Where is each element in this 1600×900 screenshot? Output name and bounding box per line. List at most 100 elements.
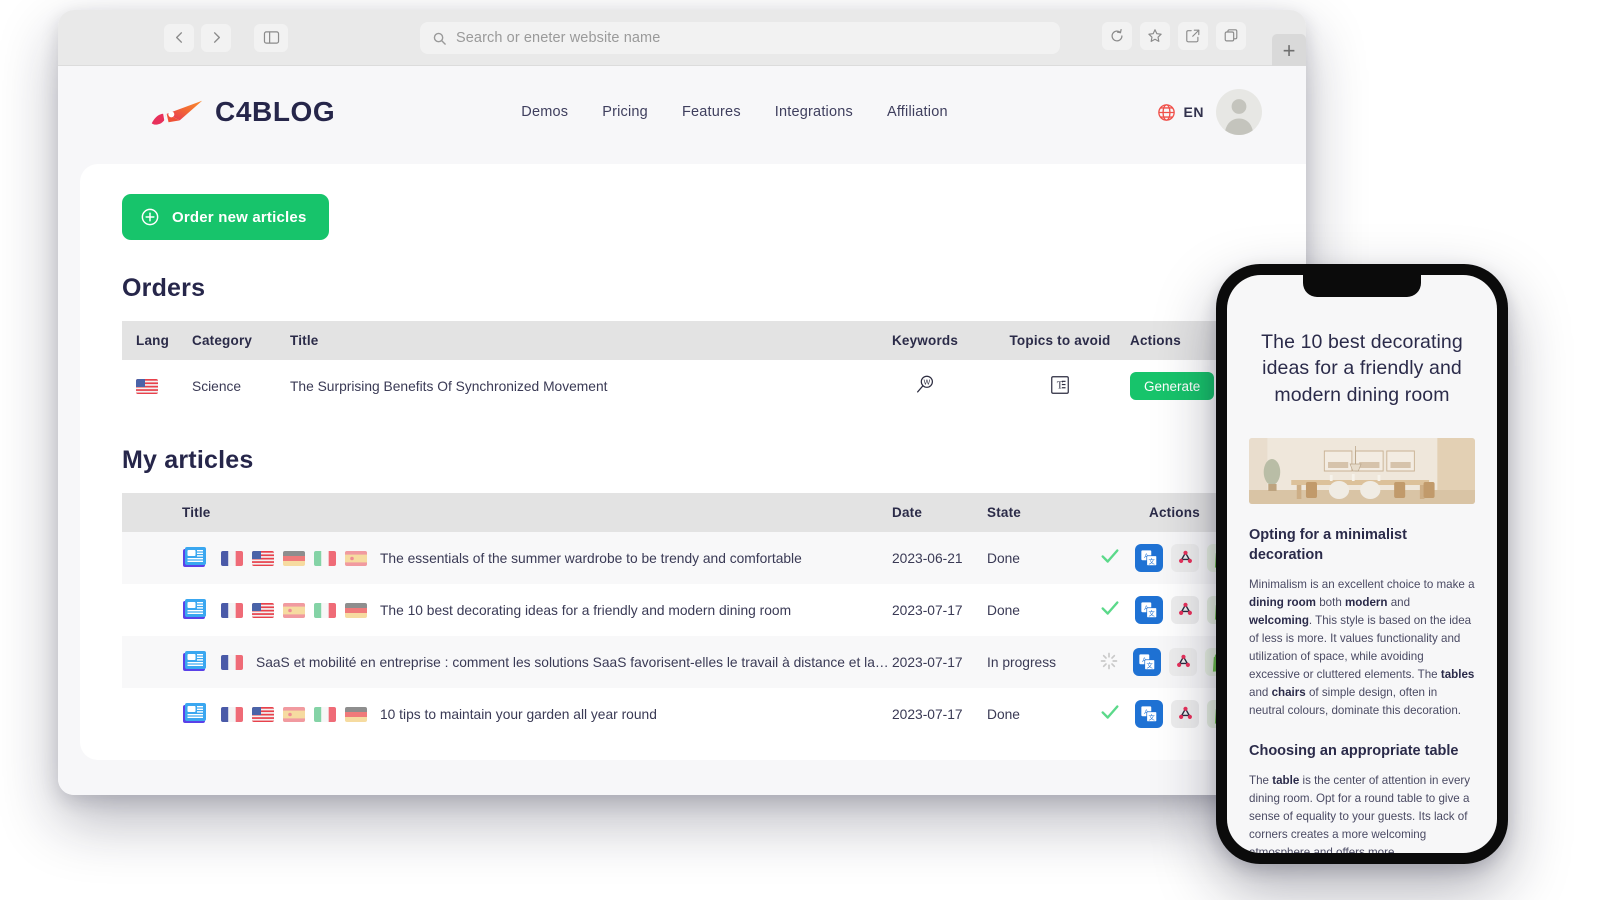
article-language-flags bbox=[221, 655, 243, 670]
article-icon bbox=[182, 598, 208, 622]
article-title-text[interactable]: 10 tips to maintain your garden all year… bbox=[380, 707, 657, 722]
article-title-text[interactable]: The essentials of the summer wardrobe to… bbox=[380, 551, 802, 566]
order-new-articles-button[interactable]: Order new articles bbox=[122, 194, 329, 240]
user-avatar-icon bbox=[1216, 89, 1262, 135]
tabs-overview-button[interactable] bbox=[1216, 22, 1246, 50]
plus-circle-icon bbox=[140, 207, 160, 227]
browser-actions bbox=[1102, 22, 1246, 50]
user-avatar[interactable] bbox=[1216, 89, 1262, 135]
translate-button[interactable]: A文 bbox=[1135, 596, 1163, 624]
header-right-controls: EN bbox=[1156, 89, 1262, 135]
translate-button[interactable]: A文 bbox=[1135, 544, 1163, 572]
globe-icon bbox=[1156, 102, 1177, 123]
flag-it-icon bbox=[314, 603, 336, 618]
article-icon bbox=[182, 546, 208, 570]
translate-button[interactable]: A文 bbox=[1133, 648, 1161, 676]
nav-item-affiliation[interactable]: Affiliation bbox=[887, 104, 948, 120]
wordpress-icon bbox=[1174, 653, 1193, 672]
flag-fr-icon bbox=[221, 707, 243, 722]
orders-col-keywords: Keywords bbox=[860, 321, 990, 360]
translate-button[interactable]: A文 bbox=[1135, 700, 1163, 728]
orders-heading: Orders bbox=[122, 274, 1288, 303]
orders-table: Lang Category Title Keywords Topics to a… bbox=[122, 321, 1306, 412]
reload-icon bbox=[1109, 28, 1125, 44]
flag-us-icon bbox=[252, 551, 274, 566]
phone-mockup: The 10 best decorating ideas for a frien… bbox=[1216, 264, 1508, 864]
translate-icon: A文 bbox=[1140, 549, 1158, 567]
orders-col-title: Title bbox=[290, 321, 860, 360]
wordpress-publish-button[interactable] bbox=[1171, 544, 1199, 572]
bookmark-button[interactable] bbox=[1140, 22, 1170, 50]
articles-table-header: Title Date State Actions bbox=[122, 493, 1306, 532]
back-button[interactable] bbox=[164, 24, 194, 52]
reload-button[interactable] bbox=[1102, 22, 1132, 50]
orders-row-keywords[interactable]: W bbox=[860, 360, 990, 412]
article-date: 2023-06-21 bbox=[892, 532, 987, 584]
orders-row-title: The Surprising Benefits Of Synchronized … bbox=[290, 360, 860, 412]
sidebar-toggle-icon bbox=[263, 30, 280, 45]
wordpress-publish-button[interactable] bbox=[1171, 596, 1199, 624]
text-field-icon: T bbox=[1048, 374, 1072, 396]
articles-table-body: The essentials of the summer wardrobe to… bbox=[122, 532, 1306, 740]
svg-text:W: W bbox=[924, 379, 931, 386]
article-title-cell: The essentials of the summer wardrobe to… bbox=[122, 532, 892, 584]
tabs-icon bbox=[1223, 28, 1239, 44]
article-title-text[interactable]: SaaS et mobilité en entreprise : comment… bbox=[256, 655, 892, 670]
article-icon bbox=[182, 702, 208, 726]
screenshot-root: Search or eneter website name bbox=[0, 0, 1600, 900]
article-state-icon bbox=[1099, 597, 1121, 619]
share-icon bbox=[1185, 28, 1201, 44]
articles-table: Title Date State Actions The essentials … bbox=[122, 493, 1306, 740]
article-date: 2023-07-17 bbox=[892, 688, 987, 740]
article-state-icon bbox=[1099, 701, 1121, 723]
site-logo[interactable]: C4BLOG bbox=[148, 95, 335, 129]
share-button[interactable] bbox=[1178, 22, 1208, 50]
article-title-cell: The 10 best decorating ideas for a frien… bbox=[122, 584, 892, 636]
check-icon bbox=[1099, 701, 1121, 723]
svg-text:文: 文 bbox=[1149, 608, 1156, 617]
sidebar-toggle-button[interactable] bbox=[254, 24, 288, 52]
flag-de-icon bbox=[345, 707, 367, 722]
language-selector[interactable]: EN bbox=[1156, 102, 1204, 123]
orders-col-lang: Lang bbox=[122, 321, 192, 360]
address-search-bar[interactable]: Search or eneter website name bbox=[420, 22, 1060, 54]
orders-row-topics[interactable]: T bbox=[990, 360, 1130, 412]
new-tab-button[interactable]: + bbox=[1272, 34, 1306, 68]
article-state-icon bbox=[1099, 545, 1121, 567]
translate-icon: A文 bbox=[1140, 601, 1158, 619]
wordpress-publish-button[interactable] bbox=[1171, 700, 1199, 728]
wordpress-publish-button[interactable] bbox=[1169, 648, 1197, 676]
generate-button[interactable]: Generate bbox=[1130, 372, 1214, 400]
pen-nib-logo-icon bbox=[148, 95, 204, 129]
article-icon bbox=[182, 650, 208, 674]
check-icon bbox=[1099, 545, 1121, 567]
article-language-flags bbox=[221, 603, 367, 618]
article-language-flags bbox=[221, 707, 367, 722]
nav-item-features[interactable]: Features bbox=[682, 104, 741, 120]
nav-item-pricing[interactable]: Pricing bbox=[602, 104, 648, 120]
articles-table-row: The essentials of the summer wardrobe to… bbox=[122, 532, 1306, 584]
phone-notch bbox=[1303, 275, 1421, 297]
search-input[interactable]: Search or eneter website name bbox=[456, 30, 660, 46]
article-title-text[interactable]: The 10 best decorating ideas for a frien… bbox=[380, 603, 791, 618]
svg-text:文: 文 bbox=[1147, 660, 1154, 669]
nav-item-demos[interactable]: Demos bbox=[521, 104, 568, 120]
flag-us-icon bbox=[252, 603, 274, 618]
phone-article-title: The 10 best decorating ideas for a frien… bbox=[1249, 329, 1475, 408]
articles-table-row: SaaS et mobilité en entreprise : comment… bbox=[122, 636, 1306, 688]
logo-text: C4BLOG bbox=[215, 96, 335, 128]
flag-fr-icon bbox=[221, 551, 243, 566]
article-title-cell: 10 tips to maintain your garden all year… bbox=[122, 688, 892, 740]
forward-button[interactable] bbox=[201, 24, 231, 52]
articles-table-row: The 10 best decorating ideas for a frien… bbox=[122, 584, 1306, 636]
search-icon bbox=[432, 31, 447, 46]
article-language-flags bbox=[221, 551, 367, 566]
article-icon bbox=[182, 650, 208, 674]
check-icon bbox=[1099, 597, 1121, 619]
phone-section-heading-1: Opting for a minimalist decoration bbox=[1249, 526, 1475, 565]
flag-es-icon bbox=[283, 603, 305, 618]
orders-col-topics: Topics to avoid bbox=[990, 321, 1130, 360]
nav-item-integrations[interactable]: Integrations bbox=[775, 104, 853, 120]
main-navigation: Demos Pricing Features Integrations Affi… bbox=[521, 104, 947, 120]
site-header: C4BLOG Demos Pricing Features Integratio… bbox=[58, 66, 1306, 158]
